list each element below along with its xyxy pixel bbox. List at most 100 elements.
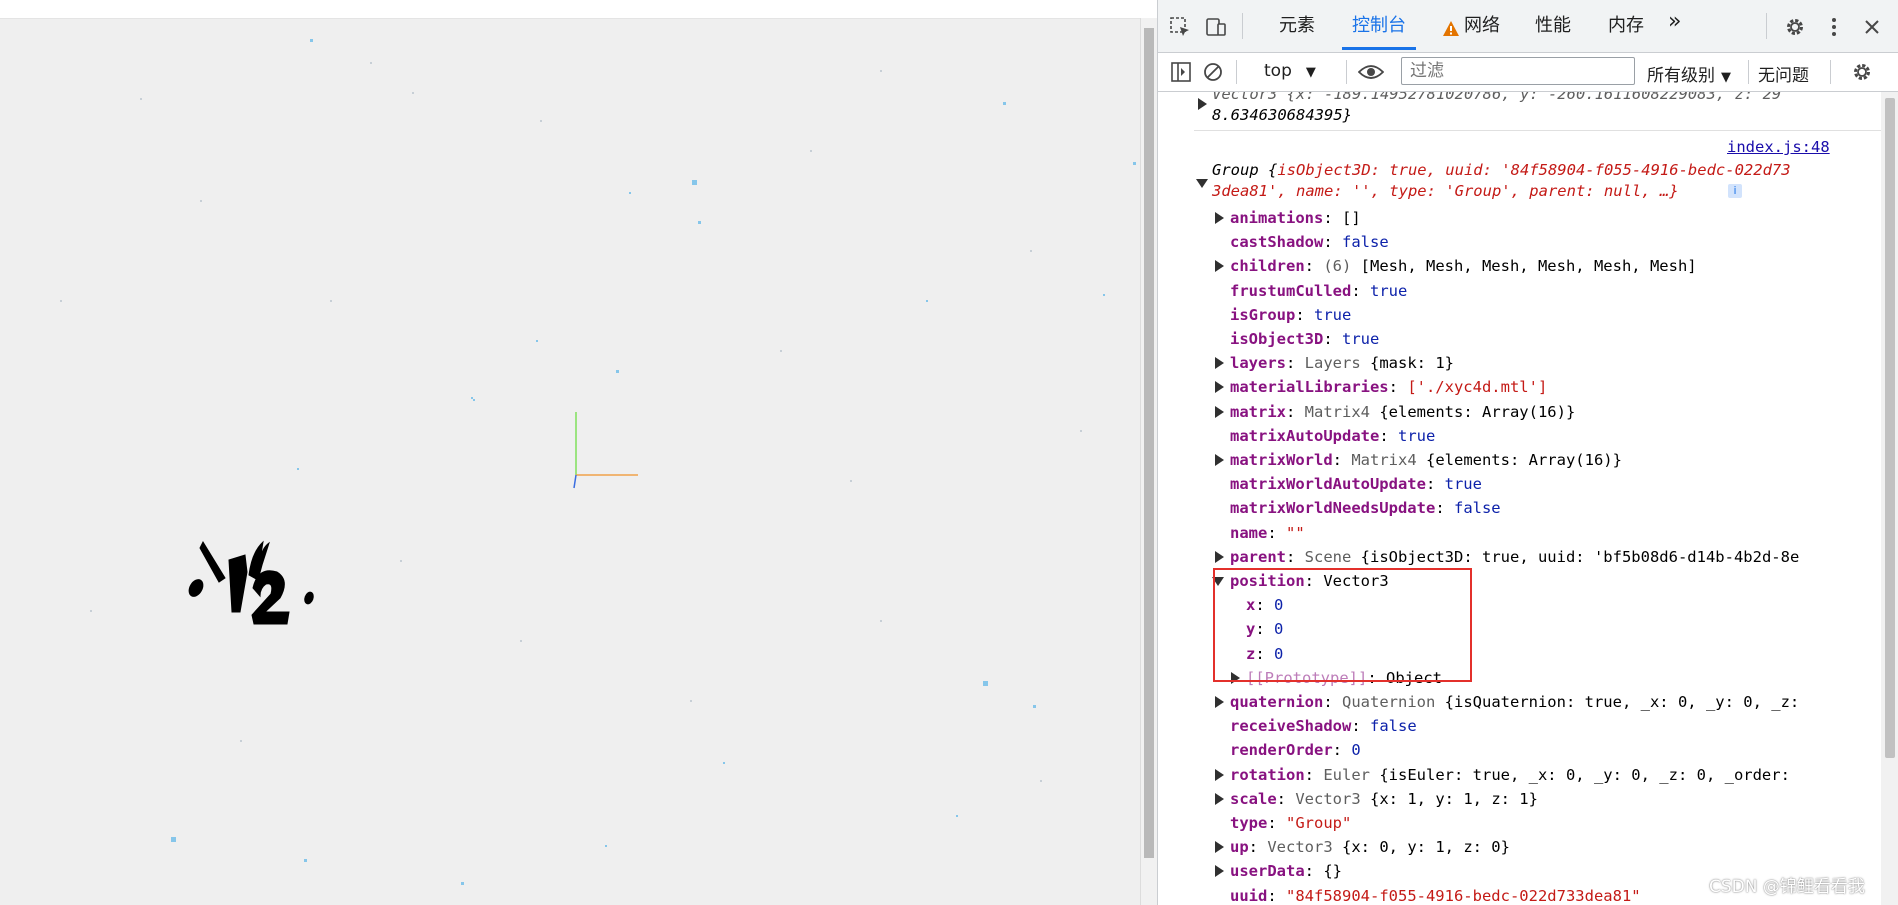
settings-icon[interactable] <box>1781 13 1809 41</box>
chevron-down-icon: ▼ <box>1721 70 1731 85</box>
close-icon[interactable] <box>1858 13 1886 41</box>
page-scrollbar[interactable] <box>1140 18 1157 905</box>
console-log[interactable]: Vector3 {x: -189.14952781020786, y: -260… <box>1158 92 1881 905</box>
expand-triangle-icon[interactable] <box>1215 381 1224 394</box>
group-header-line-1: Group {isObject3D: true, uuid: '84f58904… <box>1212 159 1791 181</box>
property-key: scale <box>1230 789 1277 808</box>
tab-elements[interactable]: 元素 <box>1279 14 1315 50</box>
property-key: matrixWorldNeedsUpdate <box>1230 499 1436 518</box>
log-level-label: 所有级别 <box>1647 66 1715 86</box>
group-header-prefix: Group { <box>1212 161 1278 179</box>
group-header-summary: isObject3D: true, uuid: '84f58904-f055-4… <box>1277 161 1791 179</box>
tab-network[interactable]: 网络 <box>1464 14 1500 50</box>
expand-triangle-icon[interactable] <box>1215 792 1224 805</box>
more-tabs-button[interactable]: » <box>1668 10 1681 46</box>
property-value: Euler {isEuler: true, _x: 0, _y: 0, _z: … <box>1323 765 1790 784</box>
property-value: (6) [Mesh, Mesh, Mesh, Mesh, Mesh, Mesh] <box>1323 257 1697 276</box>
axes-helper <box>573 412 638 489</box>
particle-field <box>171 39 1136 885</box>
toolbar-separator-4 <box>1830 60 1831 84</box>
property-value: "84f58904-f055-4916-bedc-022d733dea81" <box>1286 886 1641 905</box>
console-toolbar: top ▼ 所有级别 ▼ 无问题 <box>1158 53 1898 92</box>
property-key: type <box>1230 814 1268 832</box>
threejs-canvas[interactable] <box>0 0 1140 905</box>
property-key: frustumCulled <box>1230 281 1352 300</box>
info-icon[interactable]: i <box>1728 184 1742 198</box>
property-value: true <box>1314 305 1352 324</box>
group-header-line-2: 3dea81', name: '', type: 'Group', parent… <box>1212 182 1679 200</box>
device-toolbar-icon[interactable] <box>1202 13 1230 41</box>
property-key: name <box>1230 523 1268 542</box>
expand-triangle-icon[interactable] <box>1215 405 1224 418</box>
message-divider <box>1194 130 1881 131</box>
property-value: [] <box>1342 209 1361 227</box>
sidebar-toggle-icon[interactable] <box>1167 58 1195 86</box>
property-value: "Group" <box>1286 814 1352 832</box>
expand-triangle-icon[interactable] <box>1215 260 1224 273</box>
highlight-box <box>1213 568 1472 682</box>
tab-memory[interactable]: 内存 <box>1608 14 1644 50</box>
console-scrollbar[interactable] <box>1881 92 1898 905</box>
property-key: userData <box>1230 862 1305 881</box>
property-key: layers <box>1230 354 1286 373</box>
property-key: children <box>1230 257 1305 276</box>
console-settings-icon[interactable] <box>1848 58 1876 86</box>
property-value: Quaternion {isQuaternion: true, _x: 0, _… <box>1342 693 1800 711</box>
property-value: Scene {isObject3D: true, uuid: 'bf5b08d6… <box>1304 547 1800 566</box>
context-selector-label: top <box>1264 61 1292 81</box>
source-link[interactable]: index.js:48 <box>1727 138 1830 156</box>
property-key: matrixWorld <box>1230 451 1333 469</box>
eye-icon[interactable] <box>1357 58 1385 86</box>
property-value: false <box>1370 717 1417 736</box>
expand-triangle-icon[interactable] <box>1215 696 1224 708</box>
log-level-dropdown[interactable]: 所有级别 ▼ <box>1647 61 1731 86</box>
clear-console-icon[interactable] <box>1199 58 1227 86</box>
expand-triangle-icon[interactable] <box>1215 357 1224 370</box>
toolbar-separator-2 <box>1346 60 1347 84</box>
property-value: true <box>1342 330 1380 348</box>
property-value: Layers {mask: 1} <box>1304 354 1454 373</box>
warning-icon <box>1442 20 1460 38</box>
property-value: false <box>1342 233 1389 252</box>
property-key: matrix <box>1230 402 1286 421</box>
toolbar-separator-3 <box>1748 60 1749 84</box>
tab-console[interactable]: 控制台 <box>1342 14 1416 50</box>
property-value: Matrix4 {elements: Array(16)} <box>1351 451 1622 469</box>
devtools-panel: 元素 控制台 网络 性能 内存 » top▼ 所有级 <box>1157 0 1898 905</box>
property-key: rotation <box>1230 765 1305 784</box>
expand-triangle-icon[interactable] <box>1215 550 1224 563</box>
collapse-triangle-icon[interactable] <box>1196 179 1208 188</box>
property-key: renderOrder <box>1230 741 1333 760</box>
expand-triangle-icon[interactable] <box>1215 454 1224 466</box>
toolbar-separator <box>1236 60 1237 84</box>
chevron-down-icon: ▼ <box>1305 65 1316 80</box>
filter-input[interactable] <box>1401 57 1635 85</box>
property-value: ['./xyc4d.mtl'] <box>1407 378 1548 397</box>
tab-separator-right <box>1766 13 1767 39</box>
watermark: CSDN @锦鲤看看我 <box>1709 877 1865 897</box>
expand-triangle-icon[interactable] <box>1215 768 1224 781</box>
console-scrollbar-thumb[interactable] <box>1885 98 1895 758</box>
page-viewport[interactable] <box>0 0 1140 905</box>
expand-triangle-icon[interactable] <box>1215 865 1224 878</box>
property-value: true <box>1397 426 1436 445</box>
context-selector[interactable]: top ▼ <box>1264 61 1316 81</box>
page-scrollbar-thumb[interactable] <box>1144 28 1154 858</box>
expand-triangle-icon[interactable] <box>1215 841 1224 854</box>
expand-triangle-icon[interactable] <box>1198 98 1207 110</box>
more-menu-icon[interactable] <box>1820 13 1848 41</box>
issues-button[interactable]: 无问题 <box>1758 61 1809 86</box>
tab-performance[interactable]: 性能 <box>1535 14 1571 50</box>
property-key: quaternion <box>1230 693 1324 711</box>
prev-log-line-2: 8.634630684395} <box>1212 106 1352 124</box>
property-key: matrixAutoUpdate <box>1230 426 1380 445</box>
loaded-model-silhouette <box>188 540 314 625</box>
property-value: Matrix4 {elements: Array(16)} <box>1304 402 1576 421</box>
inspect-element-icon[interactable] <box>1166 13 1194 41</box>
expand-triangle-icon[interactable] <box>1215 212 1224 224</box>
property-value: 0 <box>1351 741 1361 760</box>
property-key: matrixWorldAutoUpdate <box>1230 475 1426 494</box>
property-key: materialLibraries <box>1230 378 1389 397</box>
property-value: Vector3 {x: 0, y: 1, z: 0} <box>1267 838 1510 857</box>
property-value: true <box>1444 475 1482 494</box>
